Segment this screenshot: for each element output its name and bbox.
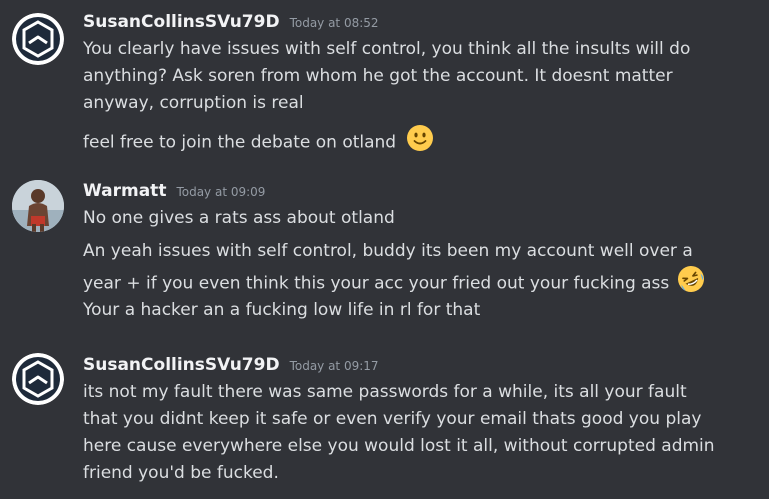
hexagon-logo-icon [12, 13, 64, 65]
username[interactable]: Warmatt [83, 181, 166, 201]
message-text: friend you'd be fucked. [83, 463, 279, 483]
avatar[interactable] [12, 13, 64, 65]
message-header: SusanCollinsSVu79D Today at 08:52 [83, 12, 379, 32]
message-text: anyway, corruption is real [83, 93, 304, 113]
message-text: here cause everywhere else you would los… [83, 436, 715, 456]
username[interactable]: SusanCollinsSVu79D [83, 355, 280, 375]
username[interactable]: SusanCollinsSVu79D [83, 12, 280, 32]
message-text: that you didnt keep it safe or even veri… [83, 409, 702, 429]
avatar[interactable] [12, 180, 64, 232]
message-header: SusanCollinsSVu79D Today at 09:17 [83, 355, 379, 375]
message-text: You clearly have issues with self contro… [83, 39, 691, 59]
timestamp[interactable]: Today at 09:09 [176, 185, 265, 199]
avatar[interactable] [12, 353, 64, 405]
message-header: Warmatt Today at 09:09 [83, 181, 265, 201]
message-text: year + if you even think this your acc y… [83, 273, 670, 294]
hexagon-logo-icon [12, 353, 64, 405]
timestamp[interactable]: Today at 08:52 [290, 16, 379, 30]
message-text: its not my fault there was same password… [83, 382, 687, 402]
timestamp[interactable]: Today at 09:17 [290, 359, 379, 373]
message-text: No one gives a rats ass about otland [83, 208, 395, 228]
profile-photo [12, 180, 64, 232]
slightly-smiling-face-icon[interactable] [406, 124, 434, 161]
message-text: An yeah issues with self control, buddy … [83, 241, 693, 261]
message-text: Your a hacker an a fucking low life in r… [83, 300, 481, 320]
message-text: anything? Ask soren from whom he got the… [83, 66, 673, 86]
message-text: feel free to join the debate on otland [83, 132, 397, 153]
message-line-with-emoji: feel free to join the debate on otland [83, 124, 763, 161]
